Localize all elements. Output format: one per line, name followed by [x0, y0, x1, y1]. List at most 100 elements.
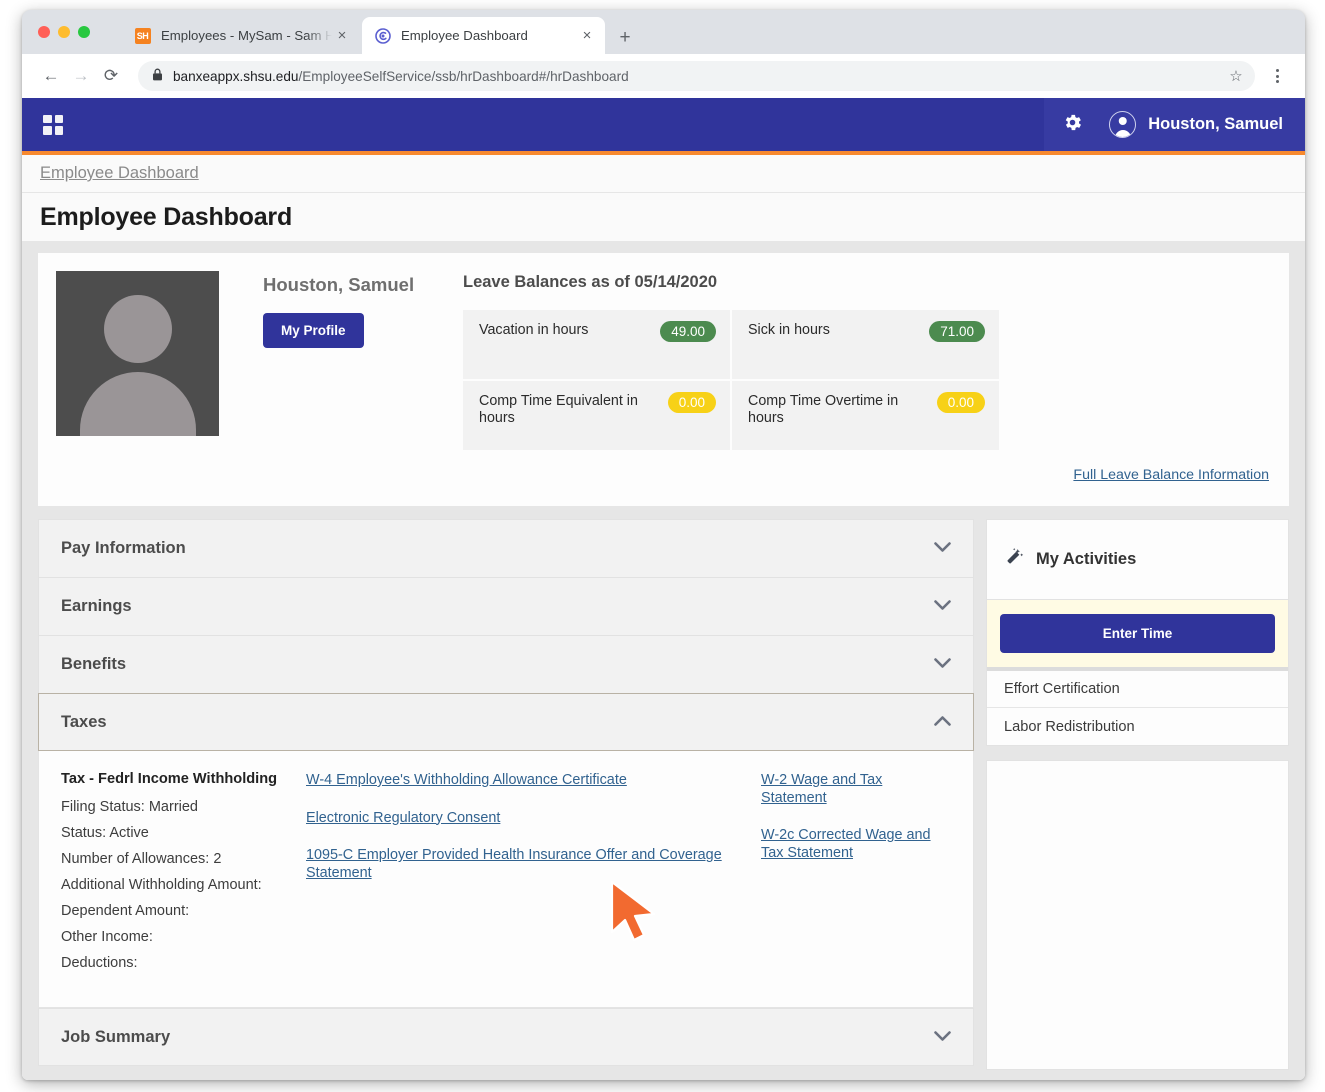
- url-path: /EmployeeSelfService/ssb/hrDashboard#/hr…: [298, 69, 628, 84]
- new-tab-button[interactable]: +: [614, 26, 636, 48]
- leave-card-label: Comp Time Equivalent in hours: [479, 393, 649, 427]
- browser-tab-employees[interactable]: SH Employees - MySam - Sam Ho ×: [122, 17, 360, 54]
- dashboard-accordion: Pay Information Earnings Benefits: [38, 519, 974, 1070]
- accordion-header-job-summary[interactable]: Job Summary: [38, 1008, 974, 1066]
- leave-balances-title: Leave Balances as of 05/14/2020: [463, 273, 1271, 292]
- magic-wand-icon: [1003, 546, 1025, 573]
- profile-name: Houston, Samuel: [263, 274, 449, 296]
- leave-card-value: 0.00: [937, 392, 985, 413]
- tax-links-column-secondary: W-2 Wage and Tax Statement W-2c Correcte…: [761, 771, 951, 981]
- browser-window: SH Employees - MySam - Sam Ho × Employee…: [22, 10, 1305, 1080]
- accordion-label: Benefits: [61, 655, 126, 674]
- chevron-down-icon: [934, 599, 951, 614]
- page-title-bar: Employee Dashboard: [22, 193, 1305, 241]
- full-leave-balance-row: Full Leave Balance Information: [1073, 466, 1269, 484]
- leave-card: Vacation in hours 49.00: [463, 310, 730, 379]
- accordion-header-benefits[interactable]: Benefits: [38, 635, 974, 693]
- page-content: Houston, Samuel Employee Dashboard Emplo…: [22, 98, 1305, 1080]
- chevron-down-icon: [934, 1030, 951, 1045]
- my-profile-button[interactable]: My Profile: [263, 313, 364, 348]
- profile-photo: [56, 271, 219, 436]
- forward-icon[interactable]: →: [66, 61, 96, 91]
- leave-balances-grid: Vacation in hours 49.00 Sick in hours 71…: [463, 310, 1267, 450]
- browser-toolbar: ← → ⟳ banxeappx.shsu.edu/EmployeeSelfSer…: [22, 54, 1305, 98]
- app-header: Houston, Samuel: [22, 98, 1305, 151]
- close-tab-button[interactable]: ×: [332, 26, 352, 46]
- maximize-window-button[interactable]: [78, 26, 90, 38]
- my-activities-header: My Activities: [987, 520, 1288, 600]
- breadcrumb: Employee Dashboard: [22, 155, 1305, 193]
- chevron-up-icon: [934, 715, 951, 730]
- accordion-header-taxes[interactable]: Taxes: [38, 693, 974, 751]
- my-activities-title: My Activities: [1036, 550, 1136, 569]
- lower-region: Pay Information Earnings Benefits: [38, 519, 1289, 1070]
- leave-card-label: Comp Time Overtime in hours: [748, 393, 918, 427]
- header-username[interactable]: Houston, Samuel: [1148, 115, 1283, 134]
- url-host: banxeappx.shsu.edu: [173, 69, 298, 84]
- chevron-down-icon: [934, 541, 951, 556]
- my-activities-card: My Activities Enter Time Effort Certific…: [986, 519, 1289, 746]
- close-window-button[interactable]: [38, 26, 50, 38]
- accordion-header-pay-information[interactable]: Pay Information: [38, 519, 974, 577]
- sh-favicon: SH: [134, 27, 151, 44]
- accordion-label: Pay Information: [61, 539, 186, 558]
- accordion-label: Earnings: [61, 597, 132, 616]
- accordion-header-earnings[interactable]: Earnings: [38, 577, 974, 635]
- dashboard-favicon: [374, 27, 391, 44]
- right-rail: My Activities Enter Time Effort Certific…: [986, 519, 1289, 1070]
- activity-item-labor-redistribution[interactable]: Labor Redistribution: [987, 708, 1288, 745]
- w2-link[interactable]: W-2 Wage and Tax Statement: [761, 772, 951, 807]
- leave-card-label: Vacation in hours: [479, 322, 588, 339]
- lock-icon: [152, 68, 163, 84]
- page-title: Employee Dashboard: [40, 203, 292, 232]
- w4-link[interactable]: W-4 Employee's Withholding Allowance Cer…: [306, 772, 761, 790]
- app-header-right: Houston, Samuel: [1044, 98, 1305, 151]
- close-tab-button[interactable]: ×: [577, 26, 597, 46]
- electronic-regulatory-consent-link[interactable]: Electronic Regulatory Consent: [306, 810, 761, 828]
- tax-detail-line: Other Income:: [61, 929, 306, 945]
- address-bar[interactable]: banxeappx.shsu.edu/EmployeeSelfService/s…: [138, 61, 1255, 91]
- tab-strip: SH Employees - MySam - Sam Ho × Employee…: [22, 10, 1305, 54]
- full-leave-balance-link[interactable]: Full Leave Balance Information: [1073, 467, 1269, 483]
- profile-column: Houston, Samuel My Profile: [263, 271, 449, 506]
- activity-item-effort-certification[interactable]: Effort Certification: [987, 671, 1288, 708]
- form-1095c-link[interactable]: 1095-C Employer Provided Health Insuranc…: [306, 847, 761, 882]
- leave-card-value: 71.00: [929, 321, 985, 342]
- apps-grid-icon[interactable]: [43, 115, 63, 135]
- tax-links-column-primary: W-4 Employee's Withholding Allowance Cer…: [306, 771, 761, 981]
- tax-detail-line: Status: Active: [61, 825, 306, 841]
- reload-icon[interactable]: ⟳: [96, 61, 126, 91]
- leave-card-label: Sick in hours: [748, 322, 830, 339]
- tax-heading: Tax - Fedrl Income Withholding: [61, 771, 306, 787]
- minimize-window-button[interactable]: [58, 26, 70, 38]
- taxes-panel: Tax - Fedrl Income Withholding Filing St…: [38, 751, 974, 1008]
- back-icon[interactable]: ←: [36, 61, 66, 91]
- empty-rail-card: [986, 760, 1289, 1070]
- content-area: Houston, Samuel My Profile Leave Balance…: [22, 241, 1305, 1080]
- chevron-down-icon: [934, 657, 951, 672]
- tax-details-column: Tax - Fedrl Income Withholding Filing St…: [61, 771, 306, 981]
- enter-time-row: Enter Time: [987, 600, 1288, 671]
- browser-menu-icon[interactable]: [1263, 69, 1291, 83]
- tax-detail-line: Dependent Amount:: [61, 903, 306, 919]
- breadcrumb-link-employee-dashboard[interactable]: Employee Dashboard: [40, 164, 199, 183]
- leave-card-value: 0.00: [668, 392, 716, 413]
- tab-title: Employee Dashboard: [401, 28, 577, 43]
- tax-detail-line: Filing Status: Married: [61, 799, 306, 815]
- avatar[interactable]: [1109, 111, 1136, 138]
- tax-detail-line: Deductions:: [61, 955, 306, 971]
- tax-detail-line: Additional Withholding Amount:: [61, 877, 306, 893]
- bookmark-star-icon[interactable]: ☆: [1223, 63, 1249, 89]
- accordion-label: Taxes: [61, 713, 107, 732]
- leave-card: Sick in hours 71.00: [732, 310, 999, 379]
- tax-detail-line: Number of Allowances: 2: [61, 851, 306, 867]
- accordion-label: Job Summary: [61, 1028, 170, 1047]
- profile-leave-card: Houston, Samuel My Profile Leave Balance…: [38, 253, 1289, 506]
- browser-tab-employee-dashboard[interactable]: Employee Dashboard ×: [362, 17, 605, 54]
- enter-time-button[interactable]: Enter Time: [1000, 614, 1275, 653]
- url-text: banxeappx.shsu.edu/EmployeeSelfService/s…: [173, 69, 1223, 84]
- w2c-link[interactable]: W-2c Corrected Wage and Tax Statement: [761, 827, 951, 862]
- leave-card: Comp Time Equivalent in hours 0.00: [463, 381, 730, 450]
- leave-card-value: 49.00: [660, 321, 716, 342]
- gear-icon[interactable]: [1062, 112, 1083, 137]
